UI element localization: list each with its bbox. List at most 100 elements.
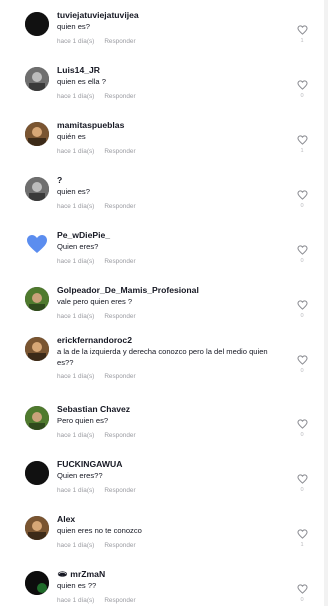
like-button[interactable]: 0 bbox=[296, 190, 308, 209]
comment-text: vale pero quien eres ? bbox=[57, 297, 133, 306]
reply-button[interactable]: Responder bbox=[104, 542, 135, 549]
comment-text: quien es? bbox=[57, 187, 90, 196]
comment-meta: hace 1 día(s) Responder bbox=[57, 148, 136, 155]
comment-meta: hace 1 día(s) Responder bbox=[57, 597, 136, 604]
heart-outline-icon bbox=[296, 584, 308, 594]
reply-button[interactable]: Responder bbox=[104, 203, 135, 210]
comment-username[interactable]: 🕳 mrZmaN bbox=[57, 569, 105, 580]
comment-meta: hace 1 día(s) Responder bbox=[57, 93, 136, 100]
comment-username[interactable]: Pe_wDiePie_ bbox=[57, 230, 110, 240]
like-button[interactable]: 0 bbox=[296, 474, 308, 493]
comment-meta: hace 1 día(s) Responder bbox=[57, 542, 136, 549]
heart-outline-icon bbox=[296, 135, 308, 145]
comment-username[interactable]: Luis14_JR bbox=[57, 65, 100, 75]
like-button[interactable]: 1 bbox=[296, 135, 308, 154]
comment-username[interactable]: Alex bbox=[57, 514, 75, 524]
comment-username[interactable]: erickfernandoroc2 bbox=[57, 335, 132, 345]
comment-timestamp: hace 1 día(s) bbox=[57, 38, 95, 45]
like-button[interactable]: 0 bbox=[296, 584, 308, 603]
reply-button[interactable]: Responder bbox=[104, 148, 135, 155]
user-avatar[interactable] bbox=[25, 287, 49, 311]
like-count: 1 bbox=[300, 148, 304, 154]
comment-username[interactable]: tuviejatuviejatuvijea bbox=[57, 10, 139, 20]
comment-text: quien es ella ? bbox=[57, 77, 106, 86]
heart-outline-icon bbox=[296, 529, 308, 539]
comment-username[interactable]: Golpeador_De_Mamis_Profesional bbox=[57, 285, 199, 295]
comment-text: quien eres no te conozco bbox=[57, 526, 142, 535]
user-avatar[interactable] bbox=[25, 406, 49, 430]
comment-meta: hace 1 día(s) Responder bbox=[57, 373, 136, 380]
like-count: 0 bbox=[300, 432, 304, 438]
like-button[interactable]: 0 bbox=[296, 300, 308, 319]
reply-button[interactable]: Responder bbox=[104, 38, 135, 45]
like-count: 0 bbox=[300, 313, 304, 319]
user-avatar[interactable] bbox=[25, 232, 49, 256]
comment-timestamp: hace 1 día(s) bbox=[57, 542, 95, 549]
comment-timestamp: hace 1 día(s) bbox=[57, 203, 95, 210]
comment-text: Pero quien es? bbox=[57, 416, 109, 425]
user-avatar[interactable] bbox=[25, 516, 49, 540]
like-count: 0 bbox=[300, 93, 304, 99]
comment-username[interactable]: FUCKINGAWUA bbox=[57, 459, 122, 469]
heart-outline-icon bbox=[296, 300, 308, 310]
heart-outline-icon bbox=[296, 419, 308, 429]
like-button[interactable]: 0 bbox=[296, 419, 308, 438]
user-avatar[interactable] bbox=[25, 571, 49, 595]
like-count: 1 bbox=[300, 542, 304, 548]
heart-outline-icon bbox=[296, 25, 308, 35]
like-count: 0 bbox=[300, 368, 304, 374]
heart-outline-icon bbox=[296, 190, 308, 200]
comment-meta: hace 1 día(s) Responder bbox=[57, 432, 136, 439]
comment-timestamp: hace 1 día(s) bbox=[57, 93, 95, 100]
reply-button[interactable]: Responder bbox=[104, 432, 135, 439]
comment-meta: hace 1 día(s) Responder bbox=[57, 258, 136, 265]
like-button[interactable]: 1 bbox=[296, 529, 308, 548]
like-count: 0 bbox=[300, 487, 304, 493]
like-button[interactable]: 0 bbox=[296, 80, 308, 99]
comment-timestamp: hace 1 día(s) bbox=[57, 597, 95, 604]
scrollbar[interactable] bbox=[324, 0, 328, 606]
comment-username[interactable]: mamitaspueblas bbox=[57, 120, 124, 130]
comment-text: quien es ?? bbox=[57, 581, 97, 590]
comment-text: a la de la izquierda y derecha conozco p… bbox=[57, 347, 268, 367]
reply-button[interactable]: Responder bbox=[104, 373, 135, 380]
comment-meta: hace 1 día(s) Responder bbox=[57, 313, 136, 320]
user-avatar[interactable] bbox=[25, 461, 49, 485]
like-count: 0 bbox=[300, 597, 304, 603]
like-count: 0 bbox=[300, 203, 304, 209]
like-button[interactable]: 0 bbox=[296, 355, 308, 374]
comment-text: quien es? bbox=[57, 22, 90, 31]
comment-timestamp: hace 1 día(s) bbox=[57, 487, 95, 494]
comment-timestamp: hace 1 día(s) bbox=[57, 432, 95, 439]
user-avatar[interactable] bbox=[25, 67, 49, 91]
comment-timestamp: hace 1 día(s) bbox=[57, 373, 95, 380]
comment-meta: hace 1 día(s) Responder bbox=[57, 203, 136, 210]
heart-outline-icon bbox=[296, 355, 308, 365]
comment-timestamp: hace 1 día(s) bbox=[57, 148, 95, 155]
heart-outline-icon bbox=[296, 245, 308, 255]
like-button[interactable]: 1 bbox=[296, 25, 308, 44]
comment-meta: hace 1 día(s) Responder bbox=[57, 487, 136, 494]
comment-text: quién es bbox=[57, 132, 86, 141]
comment-username[interactable]: ? bbox=[57, 175, 62, 185]
user-avatar[interactable] bbox=[25, 122, 49, 146]
comment-text: Quien eres? bbox=[57, 242, 99, 251]
comment-timestamp: hace 1 día(s) bbox=[57, 313, 95, 320]
reply-button[interactable]: Responder bbox=[104, 313, 135, 320]
reply-button[interactable]: Responder bbox=[104, 258, 135, 265]
comment-meta: hace 1 día(s) Responder bbox=[57, 38, 136, 45]
reply-button[interactable]: Responder bbox=[104, 93, 135, 100]
comment-username[interactable]: Sebastian Chavez bbox=[57, 404, 130, 414]
like-count: 0 bbox=[300, 258, 304, 264]
user-avatar[interactable] bbox=[25, 337, 49, 361]
comment-text: Quien eres?? bbox=[57, 471, 103, 480]
like-count: 1 bbox=[300, 38, 304, 44]
user-avatar[interactable] bbox=[25, 12, 49, 36]
user-avatar[interactable] bbox=[25, 177, 49, 201]
comment-timestamp: hace 1 día(s) bbox=[57, 258, 95, 265]
reply-button[interactable]: Responder bbox=[104, 597, 135, 604]
like-button[interactable]: 0 bbox=[296, 245, 308, 264]
reply-button[interactable]: Responder bbox=[104, 487, 135, 494]
heart-outline-icon bbox=[296, 474, 308, 484]
heart-outline-icon bbox=[296, 80, 308, 90]
